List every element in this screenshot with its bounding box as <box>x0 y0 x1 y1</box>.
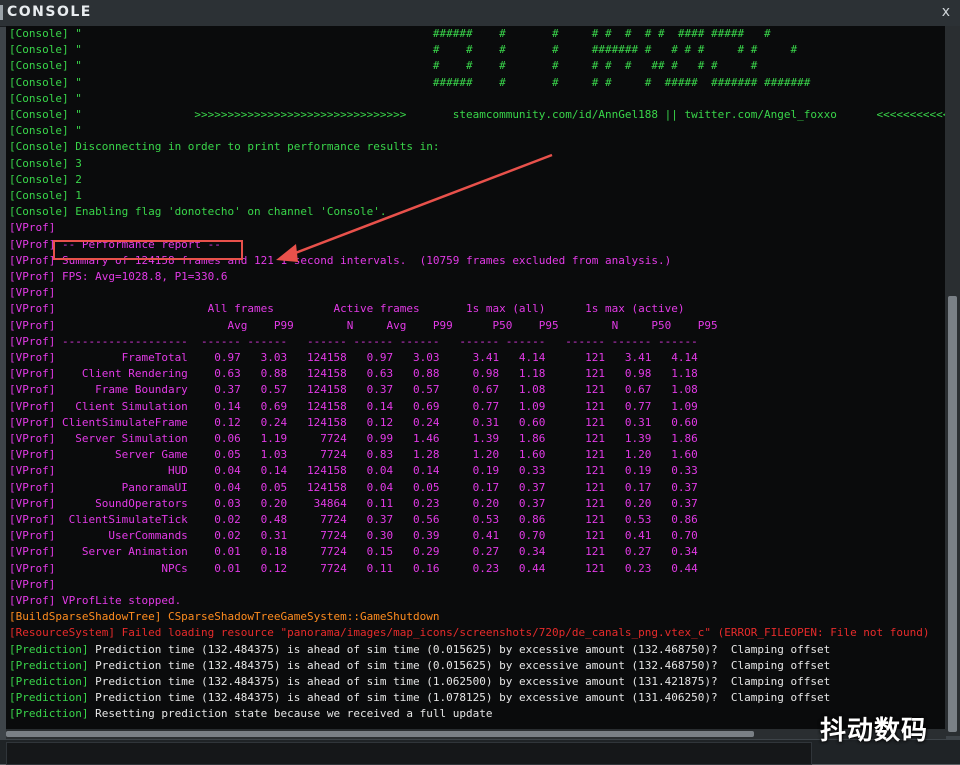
command-bar <box>0 740 960 765</box>
horizontal-scrollbar[interactable] <box>6 729 946 739</box>
annotation-arrow-icon <box>276 153 553 262</box>
vertical-scrollbar[interactable] <box>945 26 960 736</box>
console-window: CONSOLE x [Console] " ###### # # # # # #… <box>0 0 960 765</box>
command-input[interactable] <box>6 742 812 765</box>
watermark-text: 抖动数码 <box>820 716 929 746</box>
horizontal-scroll-thumb[interactable] <box>6 731 754 737</box>
vertical-scroll-thumb[interactable] <box>948 296 957 732</box>
